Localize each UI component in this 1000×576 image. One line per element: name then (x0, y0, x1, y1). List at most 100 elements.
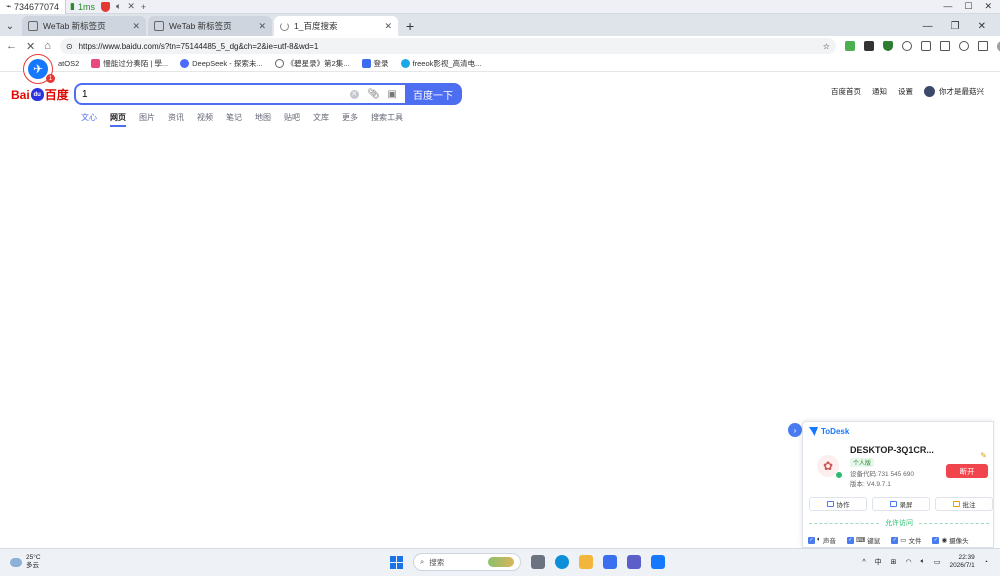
todesk-taskbar-icon[interactable] (651, 555, 665, 569)
tab-maps[interactable]: 地图 (255, 112, 271, 123)
close-icon[interactable]: ✕ (384, 21, 392, 32)
minimize-icon[interactable]: — (923, 21, 933, 32)
address-bar[interactable]: ⊙ https://www.baidu.com/s?tn=75144485_5_… (59, 38, 836, 54)
permission-keyboard-mouse[interactable]: ✓ ⌨︎ 键鼠 (846, 535, 880, 545)
tab-search-tools[interactable]: 搜索工具 (371, 112, 403, 123)
todesk-floating-button[interactable]: ✈︎ 1 (23, 54, 55, 84)
close-window-icon[interactable]: ✕ (978, 21, 986, 32)
add-icon[interactable]: + (141, 2, 146, 12)
battery-icon[interactable]: ▭ (934, 558, 941, 566)
tab-wenku[interactable]: 文库 (313, 112, 329, 123)
close-icon[interactable]: ✕ (258, 21, 266, 32)
link-notifications[interactable]: 通知 (872, 86, 887, 97)
restore-icon[interactable]: ❐ (951, 21, 960, 32)
record-icon (889, 501, 897, 507)
baidu-logo[interactable]: Bai du 百度 (11, 86, 69, 103)
tab-video[interactable]: 视频 (197, 112, 213, 123)
close-window-icon[interactable]: ✕ (984, 1, 992, 12)
bookmark-item[interactable]: atOS2 (58, 59, 79, 68)
extension-icon[interactable] (844, 41, 855, 51)
session-id: 734677074 (13, 1, 59, 12)
home-icon[interactable]: ⌂ (44, 40, 51, 52)
teams-icon[interactable] (627, 555, 641, 569)
tab-wenxin[interactable]: 文心 (81, 112, 97, 123)
permission-files[interactable]: ✓ ▭ 文件 (891, 535, 921, 545)
checkbox-checked-icon[interactable]: ✓ (932, 536, 940, 544)
tab-images[interactable]: 图片 (139, 112, 155, 123)
shield-icon[interactable] (100, 1, 110, 12)
weather-widget[interactable]: 25°C 多云 (10, 554, 41, 570)
search-input[interactable] (76, 88, 350, 100)
tab-news[interactable]: 资讯 (168, 112, 184, 123)
collaborate-button[interactable]: 协作 (809, 497, 867, 511)
checkbox-checked-icon[interactable]: ✓ (891, 536, 899, 544)
permission-camera[interactable]: ✓ ◉ 摄像头 (932, 535, 969, 545)
edge-icon[interactable] (555, 555, 569, 569)
bookmark-star-icon[interactable]: ☆ (823, 42, 830, 51)
site-info-icon[interactable]: ⊙ (66, 42, 73, 51)
notification-badge: 1 (46, 74, 55, 83)
volume-icon[interactable]: 🔈︎ (921, 558, 925, 566)
logo-text: 百度 (44, 88, 69, 102)
minimize-icon[interactable]: — (943, 1, 952, 12)
tab-web[interactable]: 网页 (110, 112, 126, 127)
task-view-icon[interactable] (531, 555, 545, 569)
ime-indicator[interactable]: 中 (875, 557, 882, 567)
extension-icon[interactable] (863, 41, 874, 51)
favorites-icon[interactable] (939, 41, 950, 51)
edit-pencil-icon[interactable]: ✎ (980, 451, 987, 460)
url-text[interactable]: https://www.baidu.com/s?tn=75144485_5_dg… (79, 42, 817, 51)
attachment-icon[interactable]: 📎︎ (367, 89, 380, 100)
record-screen-button[interactable]: 录屏 (872, 497, 930, 511)
extension-icon[interactable] (901, 41, 912, 51)
remote-session-tab[interactable]: ⌁ 734677074 (0, 0, 66, 14)
windows-start-icon[interactable] (390, 555, 403, 569)
bookmark-item[interactable]: freeok影视_高清电... (400, 58, 481, 69)
close-icon[interactable]: ✕ (132, 21, 140, 32)
puzzle-icon[interactable] (920, 41, 931, 51)
store-icon[interactable] (603, 555, 617, 569)
search-button[interactable]: 百度一下 (405, 84, 461, 104)
bookmark-item[interactable]: 《碧星录》第2集... (274, 58, 350, 69)
tab-tieba[interactable]: 贴吧 (284, 112, 300, 123)
tab-search-chevron-icon[interactable]: ⌄ (0, 21, 20, 32)
bookmark-item[interactable]: 登录 (361, 58, 389, 69)
annotate-button[interactable]: 批注 (935, 497, 993, 511)
remote-icon: ⌁ (6, 1, 12, 11)
user-menu[interactable]: 你才是最菇兴 (924, 86, 984, 97)
tray-chevron-icon[interactable]: ^ (862, 559, 865, 566)
downloads-icon[interactable] (977, 41, 988, 51)
close-icon[interactable]: ✕ (127, 1, 135, 12)
taskbar-search[interactable]: ⌕ 搜索 (413, 553, 521, 571)
stop-icon[interactable]: ✕ (26, 40, 35, 53)
new-tab-icon[interactable]: + (406, 18, 414, 34)
disconnect-button[interactable]: 断开 (946, 464, 988, 478)
wetab-icon (154, 21, 164, 31)
shield-extension-icon[interactable] (882, 41, 893, 51)
speaker-icon[interactable]: 🔈︎ (116, 1, 121, 12)
bookmark-item[interactable]: 慢能过分奏陌 | 學... (91, 58, 168, 69)
todesk-collapse-chevron-icon[interactable]: › (788, 423, 802, 437)
wifi-icon[interactable]: ◠ (906, 558, 912, 566)
tab-wetab-1[interactable]: WeTab 新标签页 ✕ (22, 16, 146, 36)
link-baidu-home[interactable]: 百度首页 (831, 86, 861, 97)
image-search-icon[interactable]: ▣ (388, 89, 397, 100)
tab-wetab-2[interactable]: WeTab 新标签页 ✕ (148, 16, 272, 36)
tab-baidu-search[interactable]: 1_百度搜索 ✕ (274, 16, 398, 36)
clear-icon[interactable]: ✕ (349, 89, 359, 99)
tab-more[interactable]: 更多 (342, 112, 358, 123)
maximize-icon[interactable]: ☐ (964, 1, 972, 12)
history-icon[interactable] (958, 41, 969, 51)
back-icon[interactable]: ← (6, 40, 17, 52)
bookmark-item[interactable]: DeepSeek - 探索未... (180, 58, 263, 69)
file-explorer-icon[interactable] (579, 555, 593, 569)
clock[interactable]: 22:39 2026/7/1 (949, 554, 974, 570)
tab-notes[interactable]: 笔记 (226, 112, 242, 123)
permission-sound[interactable]: ✓ 🔈︎ 声音 (808, 535, 836, 545)
notification-bell-icon[interactable]: ◔ (984, 559, 988, 566)
checkbox-checked-icon[interactable]: ✓ (846, 536, 854, 544)
checkbox-checked-icon[interactable]: ✓ (808, 536, 815, 544)
link-settings[interactable]: 设置 (898, 86, 913, 97)
wetab-icon (28, 21, 38, 31)
ime-mode-icon[interactable]: ⊞ (891, 558, 897, 566)
